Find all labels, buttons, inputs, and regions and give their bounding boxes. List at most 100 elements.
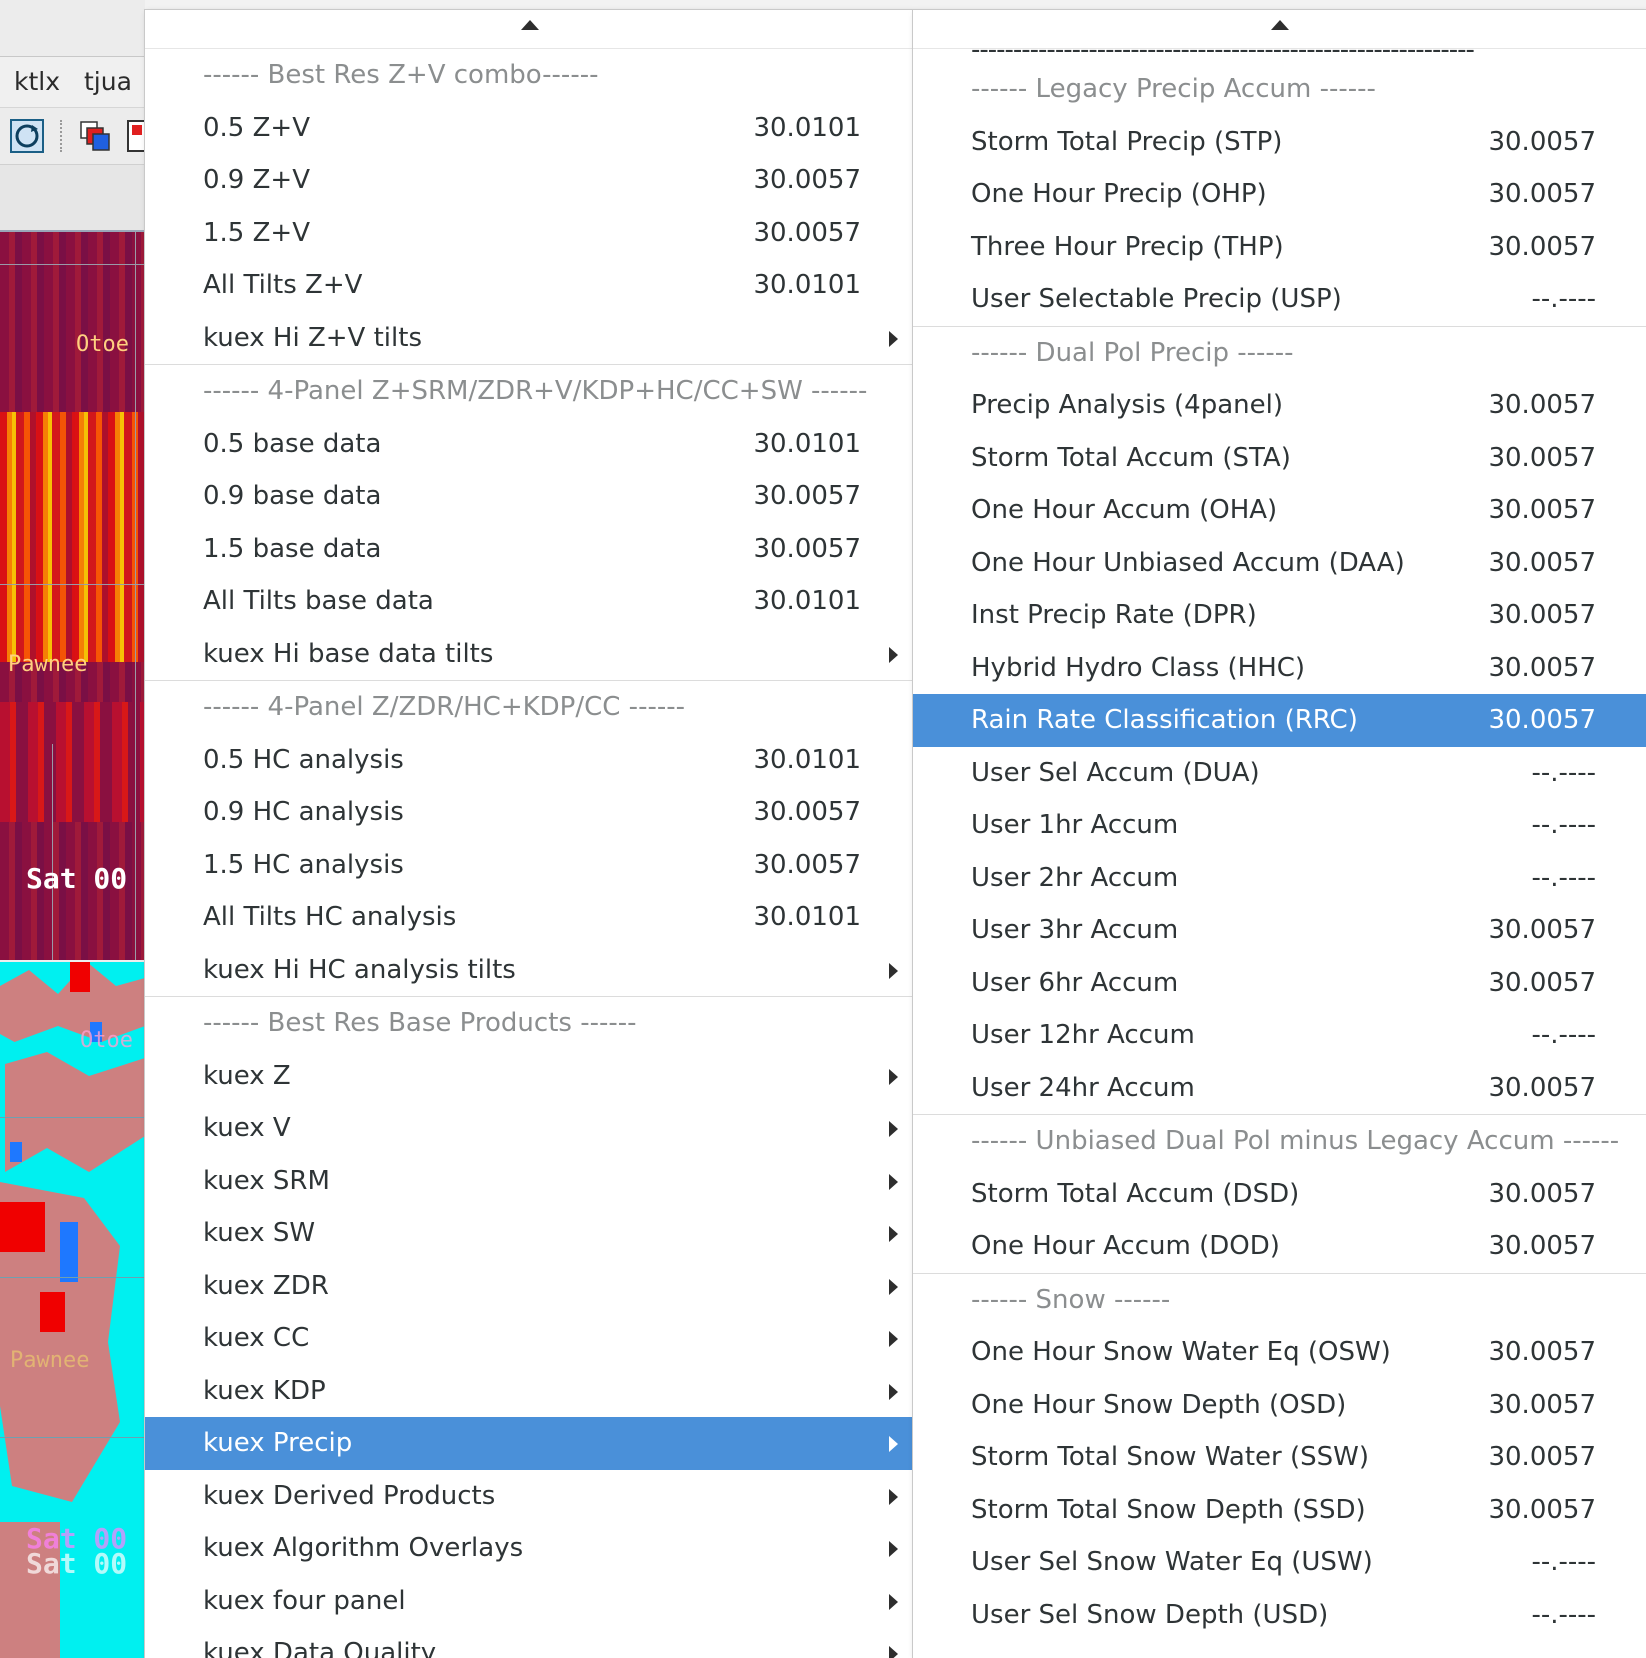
menu-item-kuex-hi-z-v-tilts[interactable]: kuex Hi Z+V tilts (145, 312, 913, 365)
menu-item-all-tilts-base-data[interactable]: All Tilts base data 30.0101 (145, 575, 913, 628)
section-header-label: ------ Unbiased Dual Pol minus Legacy Ac… (971, 1126, 1620, 1156)
map-label-pawnee: Pawnee (8, 652, 88, 677)
menu-item-1-5-base-data[interactable]: 1.5 base data 30.0057 (145, 523, 913, 576)
menu-item-kuex-zdr[interactable]: kuex ZDR (145, 1260, 913, 1313)
panel-icon[interactable] (126, 119, 145, 153)
menu-item-0-9-z-v[interactable]: 0.9 Z+V 30.0057 (145, 154, 913, 207)
menu-item-rain-rate-classification-rrc[interactable]: Rain Rate Classification (RRC) 30.0057 (913, 694, 1646, 747)
menu-item-user-1hr-accum[interactable]: User 1hr Accum --.---- (913, 799, 1646, 852)
menu-item-kuex-precip[interactable]: kuex Precip (145, 1417, 913, 1470)
section-header-label: ------ Best Res Base Products ------ (203, 1008, 637, 1038)
menubar-item-ktlx[interactable]: ktlx (14, 67, 60, 96)
menu-item-kuex-algorithm-overlays[interactable]: kuex Algorithm Overlays (145, 1522, 913, 1575)
menu-item-user-6hr-accum[interactable]: User 6hr Accum 30.0057 (913, 957, 1646, 1010)
menu-item-1-5-z-v[interactable]: 1.5 Z+V 30.0057 (145, 207, 913, 260)
menu-item-hybrid-hydro-class-hhc[interactable]: Hybrid Hydro Class (HHC) 30.0057 (913, 642, 1646, 695)
menu-item-precip-analysis-4panel[interactable]: Precip Analysis (4panel) 30.0057 (913, 379, 1646, 432)
menu-item-inst-precip-rate-dpr[interactable]: Inst Precip Rate (DPR) 30.0057 (913, 589, 1646, 642)
menu-item-all-tilts-z-v[interactable]: All Tilts Z+V 30.0101 (145, 259, 913, 312)
version-value: 30.0101 (753, 902, 861, 932)
menu-item-label: kuex Precip (203, 1428, 353, 1458)
section-header-label: ------ Best Res Z+V combo------ (203, 60, 599, 90)
menu-item-storm-total-accum-dsd[interactable]: Storm Total Accum (DSD) 30.0057 (913, 1168, 1646, 1221)
menu-section-header: ------ 4-Panel Z/ZDR/HC+KDP/CC ------ (145, 681, 913, 734)
menu-item-0-5-hc-analysis[interactable]: 0.5 HC analysis 30.0101 (145, 734, 913, 787)
menu-item-kuex-z[interactable]: kuex Z (145, 1050, 913, 1103)
menu-item-storm-total-accum-sta[interactable]: Storm Total Accum (STA) 30.0057 (913, 432, 1646, 485)
menu-item-kuex-v[interactable]: kuex V (145, 1102, 913, 1155)
menu-item-kuex-hi-hc-analysis-tilts[interactable]: kuex Hi HC analysis tilts (145, 944, 913, 997)
menu-item-one-hour-unbiased-accum-daa[interactable]: One Hour Unbiased Accum (DAA) 30.0057 (913, 537, 1646, 590)
menu-item-label: One Hour Snow Water Eq (OSW) (971, 1337, 1391, 1367)
menu-item-user-2hr-accum[interactable]: User 2hr Accum --.---- (913, 852, 1646, 905)
version-value: 30.0101 (753, 586, 861, 616)
menu-item-user-sel-snow-depth-usd[interactable]: User Sel Snow Depth (USD) --.---- (913, 1589, 1646, 1642)
scroll-up-button[interactable] (145, 10, 913, 49)
velocity-radar-pane[interactable]: Otoe Pawnee Sat 00 Sat 00 (0, 962, 145, 1658)
menu-item-user-selectable-precip-usp[interactable]: User Selectable Precip (USP) --.---- (913, 273, 1646, 326)
menu-item-user-sel-accum-dua[interactable]: User Sel Accum (DUA) --.---- (913, 747, 1646, 800)
menu-item-user-sel-snow-water-eq-usw[interactable]: User Sel Snow Water Eq (USW) --.---- (913, 1536, 1646, 1589)
menu-item-1-5-hc-analysis[interactable]: 1.5 HC analysis 30.0057 (145, 839, 913, 892)
menu-item-label: User 3hr Accum (971, 915, 1179, 945)
submenu-arrow-icon (889, 1226, 898, 1242)
menu-item-kuex-four-panel[interactable]: kuex four panel (145, 1575, 913, 1628)
menu-item-storm-total-snow-water-ssw[interactable]: Storm Total Snow Water (SSW) 30.0057 (913, 1431, 1646, 1484)
menu-item-one-hour-snow-depth-osd[interactable]: One Hour Snow Depth (OSD) 30.0057 (913, 1379, 1646, 1432)
submenu-arrow-icon (889, 1436, 898, 1452)
menu-item-kuex-sw[interactable]: kuex SW (145, 1207, 913, 1260)
submenu-arrow-icon (889, 330, 898, 347)
menu-item-0-5-base-data[interactable]: 0.5 base data 30.0101 (145, 418, 913, 471)
toolbar-separator (60, 120, 64, 152)
version-value: 30.0057 (1488, 1072, 1596, 1103)
menu-item-0-9-hc-analysis[interactable]: 0.9 HC analysis 30.0057 (145, 786, 913, 839)
menu-item-kuex-data-quality[interactable]: kuex Data Quality (145, 1627, 913, 1658)
menu-item-label: kuex four panel (203, 1585, 406, 1616)
version-value: 30.0057 (753, 165, 861, 195)
version-value: 30.0057 (1488, 1231, 1596, 1261)
version-value: 30.0057 (1488, 705, 1596, 735)
menu-item-all-tilts-hc-analysis[interactable]: All Tilts HC analysis 30.0101 (145, 891, 913, 944)
menu-item-kuex-kdp[interactable]: kuex KDP (145, 1365, 913, 1418)
version-value: 30.0057 (1488, 1494, 1596, 1525)
layers-icon[interactable] (78, 119, 112, 153)
version-value: 30.0101 (753, 112, 861, 143)
map-label-otoe: Otoe (80, 1028, 133, 1053)
menu-item-label: Precip Analysis (4panel) (971, 390, 1283, 420)
menu-item-three-hour-precip-thp[interactable]: Three Hour Precip (THP) 30.0057 (913, 221, 1646, 274)
menu-item-0-9-base-data[interactable]: 0.9 base data 30.0057 (145, 470, 913, 523)
refresh-loop-icon[interactable] (10, 119, 44, 153)
submenu-arrow-icon (889, 1646, 898, 1658)
menu-item-label: Storm Total Snow Depth (SSD) (971, 1494, 1366, 1525)
menu-item-one-hour-precip-ohp[interactable]: One Hour Precip (OHP) 30.0057 (913, 168, 1646, 221)
version-value: 30.0057 (753, 533, 861, 564)
version-value: 30.0057 (1488, 179, 1596, 209)
menu-item-one-hour-snow-water-eq-osw[interactable]: One Hour Snow Water Eq (OSW) 30.0057 (913, 1326, 1646, 1379)
menu-item-kuex-srm[interactable]: kuex SRM (145, 1155, 913, 1208)
menu-item-storm-total-snow-depth-ssd[interactable]: Storm Total Snow Depth (SSD) 30.0057 (913, 1484, 1646, 1537)
reflectivity-echo-band (0, 412, 145, 662)
menu-item-user-12hr-accum[interactable]: User 12hr Accum --.---- (913, 1009, 1646, 1062)
version-value: --.---- (1531, 810, 1596, 840)
menu-item-storm-total-precip-stp[interactable]: Storm Total Precip (STP) 30.0057 (913, 116, 1646, 169)
menu-section-header: ------ Dual Pol Precip ------ (913, 327, 1646, 380)
version-value: 30.0057 (1488, 967, 1596, 998)
menu-item-label: kuex ZDR (203, 1270, 329, 1301)
menu-item-one-hour-accum-oha[interactable]: One Hour Accum (OHA) 30.0057 (913, 484, 1646, 537)
reflectivity-radar-pane[interactable]: Otoe Pawnee Sat 00 (0, 232, 145, 960)
menu-item-0-5-z-v[interactable]: 0.5 Z+V 30.0101 (145, 102, 913, 155)
version-value: 30.0057 (1488, 600, 1596, 630)
menu-item-label: Storm Total Accum (DSD) (971, 1178, 1300, 1209)
menu-item-kuex-cc[interactable]: kuex CC (145, 1312, 913, 1365)
menu-item-label: One Hour Precip (OHP) (971, 179, 1267, 209)
version-value: 30.0057 (1488, 547, 1596, 578)
menu-item-label: 0.5 HC analysis (203, 744, 404, 775)
menu-item-user-24hr-accum[interactable]: User 24hr Accum 30.0057 (913, 1062, 1646, 1115)
menu-item-kuex-derived-products[interactable]: kuex Derived Products (145, 1470, 913, 1523)
menu-item-one-hour-accum-dod[interactable]: One Hour Accum (DOD) 30.0057 (913, 1220, 1646, 1273)
menubar-item-tjua[interactable]: tjua (84, 67, 132, 96)
menu-item-kuex-hi-base-data-tilts[interactable]: kuex Hi base data tilts (145, 628, 913, 681)
menu-item-user-3hr-accum[interactable]: User 3hr Accum 30.0057 (913, 904, 1646, 957)
section-header-label: ------ 4-Panel Z+SRM/ZDR+V/KDP+HC/CC+SW … (203, 376, 868, 406)
version-value: 30.0057 (1488, 652, 1596, 683)
